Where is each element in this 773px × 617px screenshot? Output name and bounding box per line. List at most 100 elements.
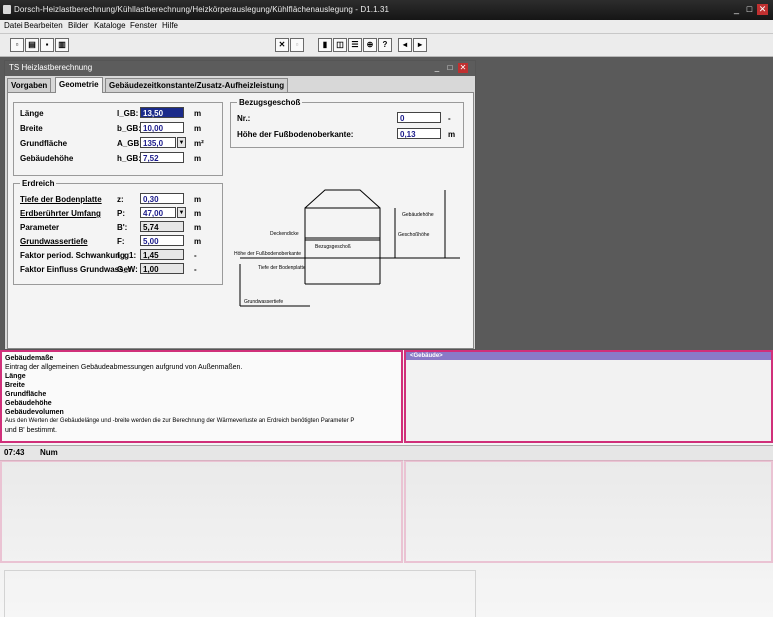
help-panel: Gebäudemaße Eintrag der allgemeinen Gebä… <box>0 350 403 443</box>
diagram-label-grundwasser: Grundwassertiefe <box>244 299 283 305</box>
einfluss-symbol: G_W: <box>117 265 138 274</box>
breite-symbol: b_GB: <box>117 124 141 133</box>
menu-bearbeiten[interactable]: Bearbeiten <box>24 21 63 30</box>
grundflaeche-unit: m² <box>194 139 204 148</box>
diagram-label-tiefe: Tiefe der Bodenplatte <box>258 265 306 271</box>
app-icon <box>3 5 11 14</box>
new-file-icon[interactable]: ▫ <box>10 38 24 52</box>
help-line-1: Gebäudemaße <box>5 355 54 362</box>
toolbar: ▫ ▤ ▪ ▥ ✕ ▫ ▮ ◫ ☰ ⊕ ? ◂ ▸ <box>0 34 773 57</box>
window-title: Dorsch-Heizlastberechnung/Kühllastberech… <box>14 5 390 14</box>
network-icon[interactable]: ⊕ <box>363 38 377 52</box>
tiefe-label: Tiefe der Bodenplatte <box>20 195 102 204</box>
umfang-unit: m <box>194 209 202 218</box>
print-icon[interactable]: ▥ <box>55 38 69 52</box>
child-maximize-button[interactable]: □ <box>445 63 455 73</box>
help-line-2: Eintrag der allgemeinen Gebäudeabmessung… <box>5 364 243 371</box>
laenge-input[interactable]: 13,50 <box>140 107 184 118</box>
erdreich-group: Erdreich Tiefe der Bodenplatte z: 0,30 m… <box>13 179 223 285</box>
diagram-label-gebaeudehoehe: Gebäudehöhe <box>402 212 434 218</box>
status-num: Num <box>40 448 58 457</box>
previous-icon[interactable]: ◂ <box>398 38 412 52</box>
title-bar: Dorsch-Heizlastberechnung/Kühllastberech… <box>0 0 773 20</box>
schwankung-value: 1,45 <box>140 249 184 260</box>
menu-bilder[interactable]: Bilder <box>68 21 88 30</box>
help-line-8: Aus den Werten der Gebäudelänge und -bre… <box>5 418 355 424</box>
next-icon[interactable]: ▸ <box>413 38 427 52</box>
parameter-value: 5,74 <box>140 221 184 232</box>
reflection-area <box>0 460 773 617</box>
save-icon[interactable]: ▪ <box>40 38 54 52</box>
umfang-symbol: P: <box>117 209 125 218</box>
breite-input[interactable]: 10,00 <box>140 122 184 133</box>
tiefe-input[interactable]: 0,30 <box>140 193 184 204</box>
geometrie-panel: Länge l_GB: 13,50 m Breite b_GB: 10,00 m… <box>7 92 474 349</box>
heizlast-window: TS Heizlastberechnung _ □ ✕ Vorgaben Geo… <box>4 60 476 350</box>
child-minimize-button[interactable]: _ <box>432 63 442 73</box>
grundwasser-label: Grundwassertiefe <box>20 237 88 246</box>
laenge-unit: m <box>194 109 202 118</box>
schwankung-symbol: f_g1: <box>117 251 137 260</box>
tab-vorgaben[interactable]: Vorgaben <box>7 78 52 92</box>
tiefe-symbol: z: <box>117 195 124 204</box>
tab-geometrie[interactable]: Geometrie <box>55 77 103 93</box>
einfluss-value: 1,00 <box>140 263 184 274</box>
grundwasser-symbol: F: <box>117 237 125 246</box>
diagram-label-fussboden: Höhe der Fußbodenoberkante <box>234 251 301 257</box>
parameter-label: Parameter <box>20 223 60 232</box>
column-icon[interactable]: ▮ <box>318 38 332 52</box>
bezugsgeschoss-title: Bezugsgeschoß <box>237 98 303 107</box>
diagram-label-deckendicke: Deckendicke <box>270 231 299 237</box>
nr-label: Nr.: <box>237 114 251 123</box>
child-close-button[interactable]: ✕ <box>458 63 468 73</box>
menu-fenster[interactable]: Fenster <box>130 21 157 30</box>
grundwasser-input[interactable]: 5,00 <box>140 235 184 246</box>
list-icon[interactable]: ☰ <box>348 38 362 52</box>
help-line-9: und B' bestimmt. <box>5 427 57 434</box>
roof-outline <box>304 189 381 209</box>
table-icon[interactable]: ◫ <box>333 38 347 52</box>
maximize-button[interactable]: □ <box>744 4 755 15</box>
bezugsgeschoss-group: Bezugsgeschoß Nr.: 0 - Höhe der Fußboden… <box>230 98 464 148</box>
nr-input[interactable]: 0 <box>397 112 441 123</box>
object-tree-panel: <Gebäude> <box>404 350 773 443</box>
chevron-down-icon[interactable]: ▼ <box>177 137 186 148</box>
chevron-down-icon[interactable]: ▼ <box>177 207 186 218</box>
open-folder-icon[interactable]: ▤ <box>25 38 39 52</box>
laenge-symbol: l_GB: <box>117 109 139 118</box>
gebaeudehoehe-symbol: h_GB: <box>117 154 141 163</box>
nr-unit: - <box>448 114 451 123</box>
grundflaeche-input[interactable]: 135,0 <box>140 137 176 148</box>
calculate-icon[interactable]: ✕ <box>275 38 289 52</box>
menu-hilfe[interactable]: Hilfe <box>162 21 178 30</box>
minimize-button[interactable]: _ <box>731 4 742 15</box>
menu-kataloge[interactable]: Kataloge <box>94 21 126 30</box>
gebaeudehoehe-label: Gebäudehöhe <box>20 154 74 163</box>
schwankung-label: Faktor period. Schwankung <box>20 251 125 260</box>
child-window-title: TS Heizlastberechnung <box>9 63 93 72</box>
disabled-tool-icon[interactable]: ▫ <box>290 38 304 52</box>
help-icon[interactable]: ? <box>378 38 392 52</box>
fussbodenoberkante-label: Höhe der Fußbodenoberkante: <box>237 130 354 139</box>
reflection-help <box>0 460 403 563</box>
schwankung-unit: - <box>194 251 197 260</box>
einfluss-unit: - <box>194 265 197 274</box>
help-line-3: Länge <box>5 373 26 380</box>
parameter-symbol: B': <box>117 223 128 232</box>
fussbodenoberkante-input[interactable]: 0,13 <box>397 128 441 139</box>
help-line-6: Gebäudehöhe <box>5 400 52 407</box>
grundflaeche-label: Grundfläche <box>20 139 68 148</box>
help-line-4: Breite <box>5 382 25 389</box>
menu-datei[interactable]: Datei <box>4 21 23 30</box>
umfang-input[interactable]: 47,00 <box>140 207 176 218</box>
building-diagram: Gebäudehöhe Geschoßhöhe Deckendicke Bezu… <box>234 189 460 307</box>
breite-unit: m <box>194 124 202 133</box>
gebaeudehoehe-unit: m <box>194 154 202 163</box>
gebaeudehoehe-input[interactable]: 7,52 <box>140 152 184 163</box>
tree-header[interactable]: <Gebäude> <box>406 352 771 360</box>
close-button[interactable]: ✕ <box>757 4 768 15</box>
tiefe-unit: m <box>194 195 202 204</box>
tab-gebaeudezeitkonstante[interactable]: Gebäudezeitkonstante/Zusatz-Aufheizleist… <box>105 78 289 92</box>
einfluss-label: Faktor Einfluss Grundwasser <box>20 265 132 274</box>
reflection-window <box>4 570 476 617</box>
